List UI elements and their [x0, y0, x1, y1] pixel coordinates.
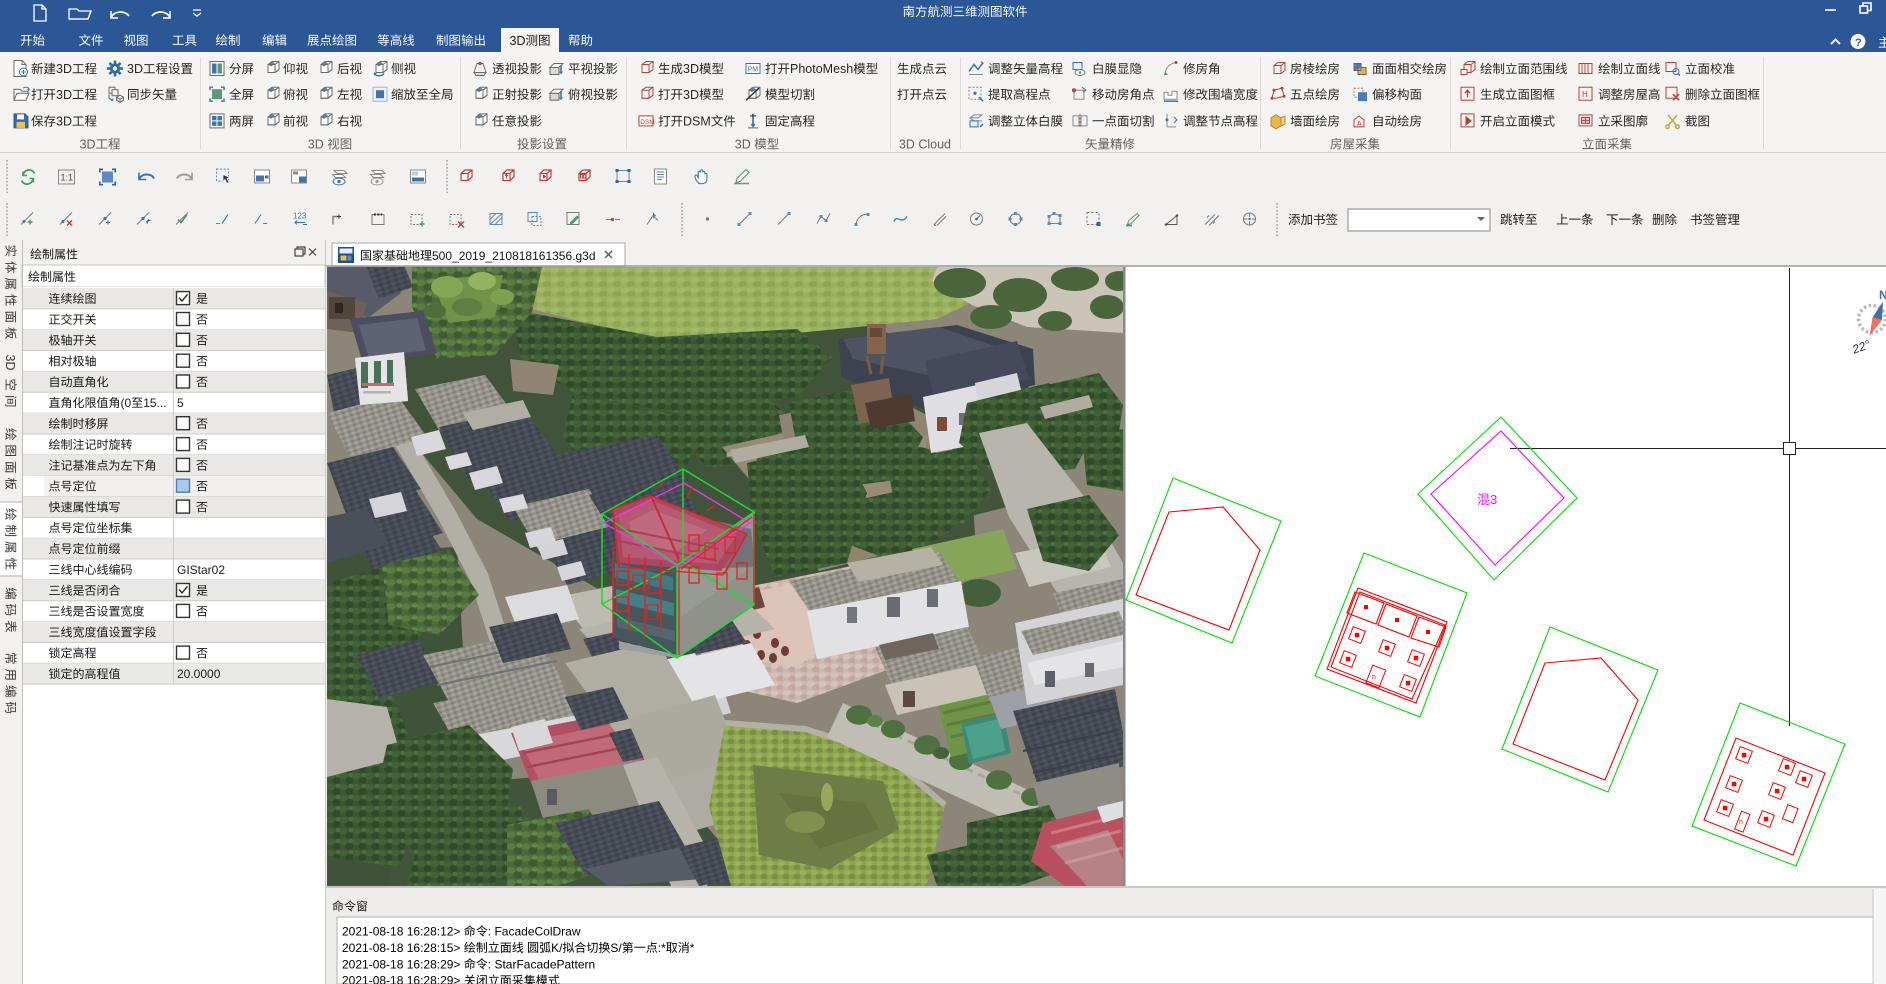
svg-text:3D: 3D [56, 62, 72, 76]
svg-text:K/: K/ [551, 941, 563, 955]
svg-text:3D: 3D [3, 355, 17, 371]
svg-text:GIStar02: GIStar02 [177, 563, 225, 577]
svg-text:15...: 15... [143, 396, 166, 410]
svg-text:n: n [1739, 819, 1743, 826]
svg-text:5: 5 [177, 396, 184, 410]
svg-text:PM: PM [748, 67, 759, 74]
svg-text:3D: 3D [683, 62, 699, 76]
svg-text:3D: 3D [127, 62, 143, 76]
svg-text:2021-08-18 16:28:29>: 2021-08-18 16:28:29> [342, 974, 460, 984]
svg-text:*: * [690, 941, 695, 955]
svg-text:n: n [1372, 674, 1376, 681]
svg-text:2021-08-18 16:28:12>: 2021-08-18 16:28:12> [342, 925, 460, 939]
svg-text:S/: S/ [610, 941, 622, 955]
svg-text:500_2019_210818161356.g3d: 500_2019_210818161356.g3d [432, 249, 596, 263]
svg-text:2021-08-18 16:28:29>: 2021-08-18 16:28:29> [342, 957, 460, 971]
svg-text:(0: (0 [121, 396, 132, 410]
svg-text::*: :* [658, 941, 666, 955]
svg-text:3D: 3D [735, 138, 751, 152]
svg-text:3D: 3D [510, 34, 526, 48]
svg-text:A: A [1357, 121, 1362, 128]
svg-text:20.0000: 20.0000 [177, 667, 221, 681]
svg-text:H: H [1582, 90, 1588, 99]
svg-text:: StarFacadePattern: : StarFacadePattern [488, 957, 595, 971]
svg-text:123: 123 [293, 212, 307, 221]
svg-text:2021-08-18 16:28:15>: 2021-08-18 16:28:15> [342, 941, 460, 955]
svg-text:3D Cloud: 3D Cloud [899, 138, 951, 152]
svg-text:3D: 3D [80, 138, 96, 152]
svg-text:DSM: DSM [640, 119, 654, 126]
svg-text:: FacadeColDraw: : FacadeColDraw [488, 925, 581, 939]
svg-text:N: N [1879, 288, 1886, 302]
svg-text:?: ? [1855, 37, 1862, 49]
svg-text:PhotoMesh: PhotoMesh [790, 62, 853, 76]
svg-text:1:1: 1:1 [61, 173, 74, 183]
svg-text:3D: 3D [56, 88, 72, 102]
svg-text:3D: 3D [56, 115, 72, 129]
svg-text:3: 3 [1490, 492, 1497, 507]
svg-text:3D: 3D [683, 88, 699, 102]
svg-text:3D: 3D [308, 138, 324, 152]
svg-text:DSM: DSM [683, 115, 711, 129]
